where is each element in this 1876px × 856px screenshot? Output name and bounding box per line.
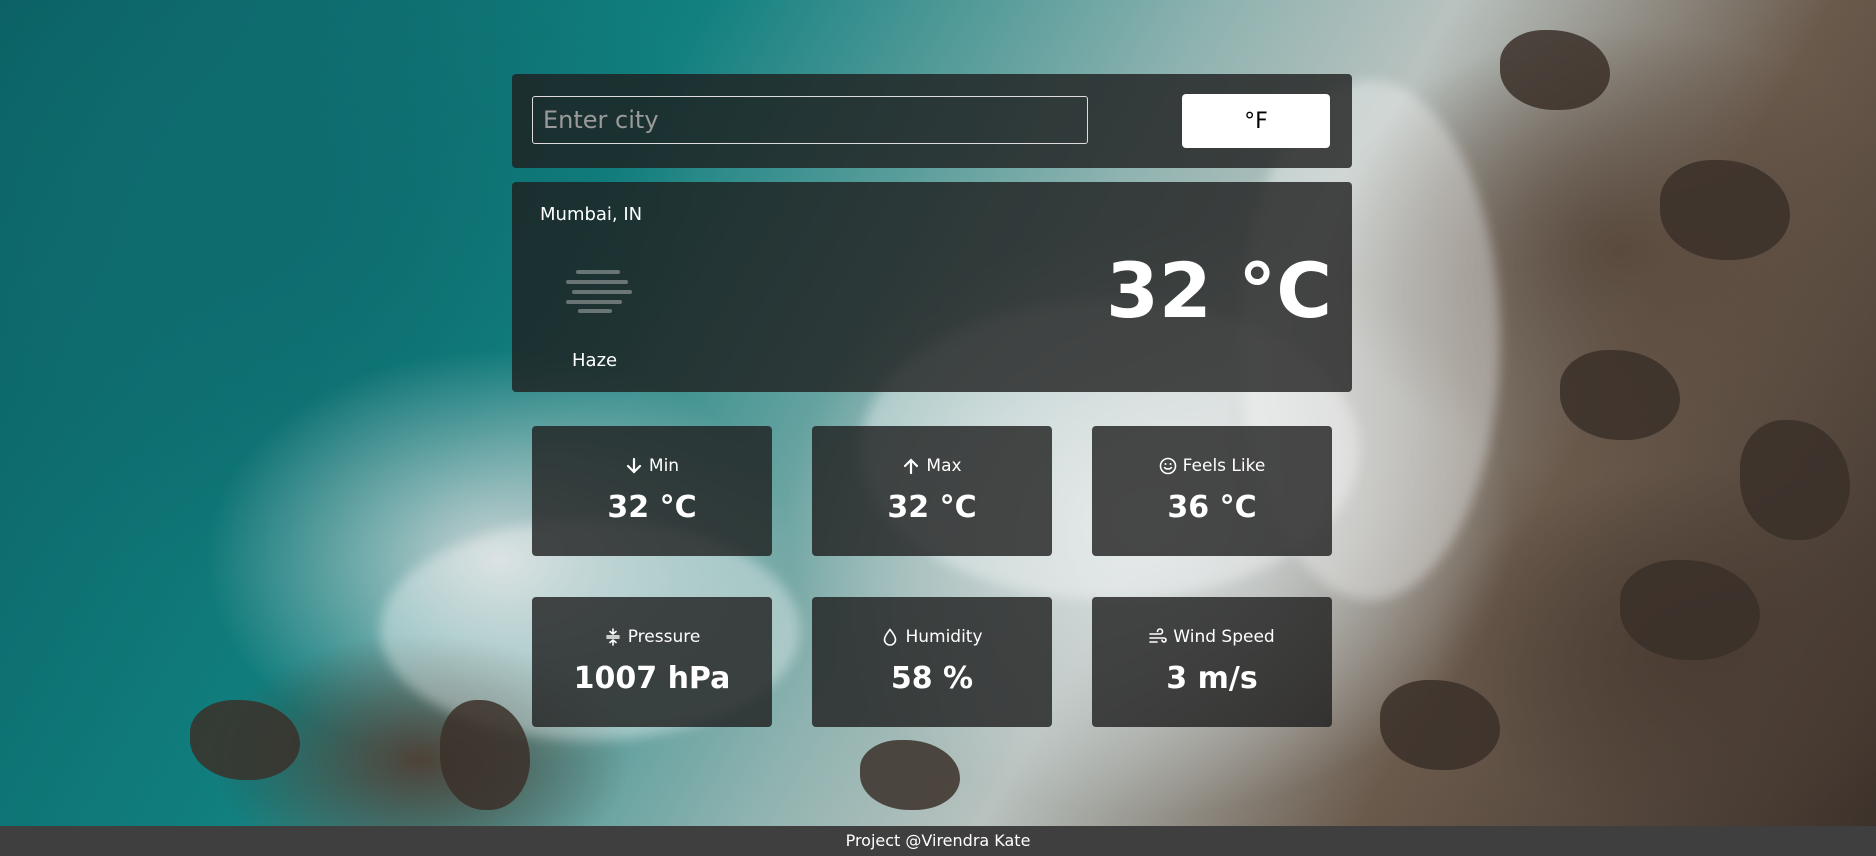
stat-value-wind-speed: 3 m/s <box>1166 661 1258 696</box>
stat-value-min: 32 °C <box>607 490 697 525</box>
search-panel: °F <box>512 74 1352 168</box>
stat-card-humidity: Humidity 58 % <box>812 597 1052 727</box>
location-label: Mumbai, IN <box>540 204 643 225</box>
stat-card-pressure: Pressure 1007 hPa <box>532 597 772 727</box>
droplet-icon <box>884 628 897 646</box>
stat-value-humidity: 58 % <box>890 661 974 696</box>
footer-credit: Project @Virendra Kate <box>845 831 1031 850</box>
stat-card-max: Max 32 °C <box>812 426 1052 556</box>
stat-card-feels-like: Feels Like 36 °C <box>1092 426 1332 556</box>
pressure-icon <box>605 628 620 646</box>
stat-label-min: Min <box>648 456 680 476</box>
arrow-up-icon <box>904 458 919 475</box>
smile-icon <box>1159 457 1176 475</box>
stat-label-feels-like: Feels Like <box>1182 456 1266 476</box>
stat-card-min: Min 32 °C <box>532 426 772 556</box>
footer: Project @Virendra Kate <box>0 826 1876 856</box>
stat-card-wind-speed: Wind Speed 3 m/s <box>1092 597 1332 727</box>
stat-value-feels-like: 36 °C <box>1167 490 1257 525</box>
unit-toggle-button[interactable]: °F <box>1182 94 1330 148</box>
stat-label-humidity: Humidity <box>905 627 983 647</box>
stat-label-pressure: Pressure <box>627 627 701 647</box>
current-weather-card: Mumbai, IN Haze 32 °C <box>512 182 1352 392</box>
current-temperature: 32 °C <box>1106 246 1332 335</box>
stat-value-max: 32 °C <box>887 490 977 525</box>
arrow-down-icon <box>626 457 642 474</box>
haze-icon <box>566 270 632 313</box>
stat-label-wind-speed: Wind Speed <box>1173 627 1275 647</box>
wind-icon <box>1149 628 1168 643</box>
stat-label-max: Max <box>926 456 962 476</box>
city-search-input[interactable] <box>532 96 1088 144</box>
weather-condition: Haze <box>572 350 618 371</box>
stat-value-pressure: 1007 hPa <box>573 661 731 696</box>
